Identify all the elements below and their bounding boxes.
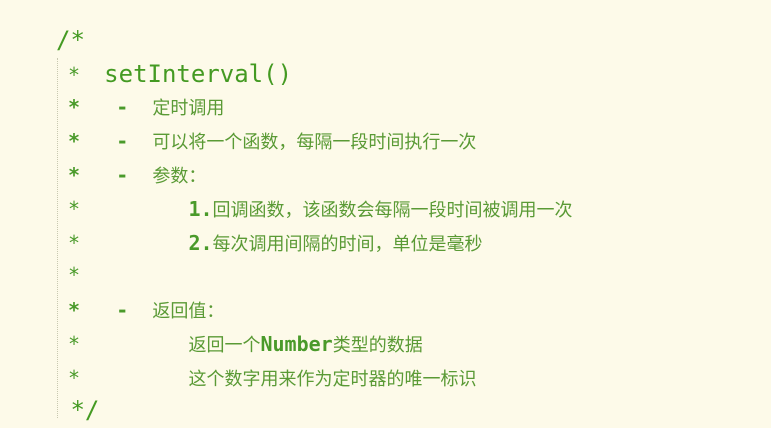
code-line-8: * [56, 258, 80, 292]
line-prefix: * - [56, 298, 153, 322]
function-name: setInterval() [104, 60, 293, 88]
comment-text: 每次调用间隔的时间，单位是毫秒 [212, 234, 483, 255]
line-prefix: * - [56, 163, 153, 187]
code-line-7: * 2.每次调用间隔的时间，单位是毫秒 [56, 226, 483, 260]
code-line-1: /* [56, 23, 85, 57]
comment-start: /* [56, 26, 85, 54]
code-line-5: * - 参数： [56, 158, 206, 192]
comment-text: 这个数字用来作为定时器的唯一标识 [188, 369, 477, 390]
code-line-2: * setInterval() [56, 57, 292, 91]
comment-text: 参数： [152, 166, 207, 187]
line-prefix: * [56, 231, 189, 255]
code-line-3: * - 定时调用 [56, 90, 224, 124]
list-number: 2. [188, 231, 213, 255]
line-prefix: * [56, 366, 189, 390]
line-prefix: * [56, 332, 189, 356]
comment-text: 类型的数据 [332, 335, 423, 356]
comment-text: 返回一个 [188, 335, 261, 356]
line-prefix: * [56, 197, 189, 221]
comment-text: 回调函数，该函数会每隔一段时间被调用一次 [212, 200, 573, 221]
line-prefix: * [56, 63, 105, 87]
keyword-number: Number [260, 332, 333, 356]
code-line-12: */ [56, 393, 99, 427]
comment-text: 返回值： [152, 301, 225, 322]
code-line-9: * - 返回值： [56, 293, 224, 327]
line-prefix: * [56, 263, 81, 287]
code-line-10: * 返回一个Number类型的数据 [56, 327, 423, 361]
line-prefix: * - [56, 129, 153, 153]
list-number: 1. [188, 197, 213, 221]
comment-end: */ [56, 396, 100, 424]
code-line-11: * 这个数字用来作为定时器的唯一标识 [56, 361, 476, 395]
code-line-4: * - 可以将一个函数，每隔一段时间执行一次 [56, 124, 476, 158]
comment-text: 可以将一个函数，每隔一段时间执行一次 [152, 132, 477, 153]
code-line-6: * 1.回调函数，该函数会每隔一段时间被调用一次 [56, 192, 573, 226]
comment-text: 定时调用 [152, 98, 225, 119]
line-prefix: * - [56, 95, 153, 119]
